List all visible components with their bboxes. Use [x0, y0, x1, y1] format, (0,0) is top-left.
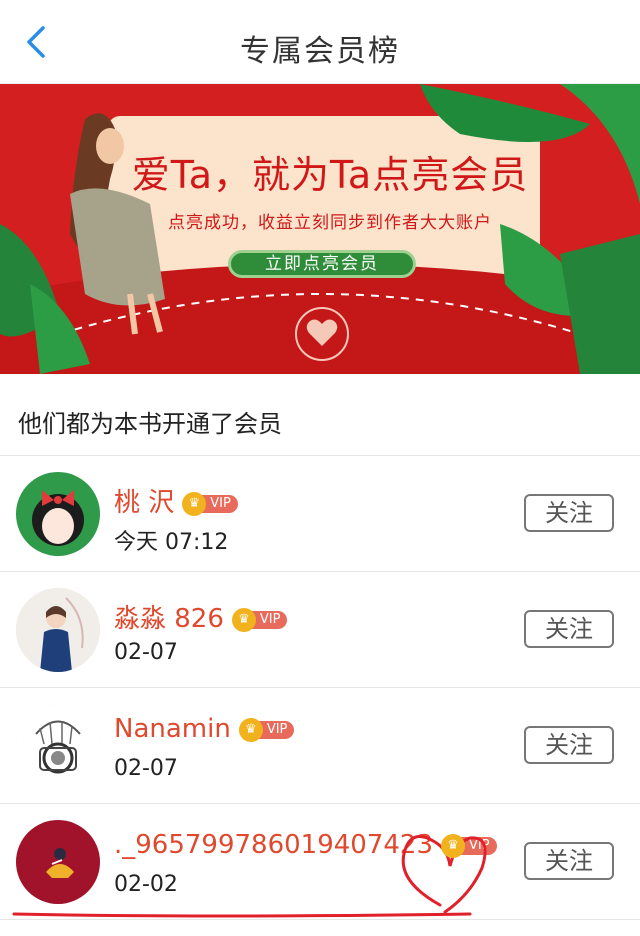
- member-name-text[interactable]: 桃 沢: [114, 488, 174, 518]
- banner-subtext: 点亮成功，收益立刻同步到作者大大账户: [168, 213, 492, 233]
- member-date: 02-02: [114, 872, 178, 897]
- vip-badge: ♛ VIP: [231, 607, 288, 632]
- member-name[interactable]: Nanamin ♛ VIP: [114, 714, 295, 744]
- vip-badge: ♛ VIP: [441, 833, 497, 858]
- member-name-text[interactable]: ._965799786019407423: [114, 830, 433, 860]
- top-bar: 专属会员榜: [0, 0, 640, 84]
- crown-icon: ♛: [182, 491, 207, 516]
- avatar[interactable]: [16, 472, 100, 556]
- member-name[interactable]: 桃 沢 ♛ VIP: [114, 482, 238, 519]
- member-name[interactable]: ._965799786019407423 ♛ VIP: [114, 830, 497, 860]
- follow-button[interactable]: 关注: [524, 842, 614, 880]
- section-title: 他们都为本书开通了会员: [18, 410, 282, 438]
- vip-badge: ♛ VIP: [238, 717, 295, 742]
- page-title: 专属会员榜: [240, 34, 400, 69]
- member-row[interactable]: 淼淼 826 ♛ VIP 02-07 关注: [0, 572, 640, 688]
- follow-button[interactable]: 关注: [524, 726, 614, 764]
- follow-button[interactable]: 关注: [524, 610, 614, 648]
- member-row[interactable]: 桃 沢 ♛ VIP 今天 07:12 关注: [0, 456, 640, 572]
- vip-badge: ♛ VIP: [182, 491, 238, 516]
- crown-icon: ♛: [441, 833, 466, 858]
- promo-banner[interactable]: 爱Ta，就为Ta点亮会员 点亮成功，收益立刻同步到作者大大账户 立即点亮会员: [0, 84, 640, 374]
- member-row[interactable]: ._965799786019407423 ♛ VIP 02-02 关注: [0, 804, 640, 920]
- member-date: 今天 07:12: [114, 530, 229, 555]
- banner-headline: 爱Ta，就为Ta点亮会员: [131, 153, 529, 197]
- member-name-text[interactable]: 淼淼 826: [114, 604, 224, 634]
- avatar[interactable]: [16, 588, 100, 672]
- crown-icon: ♛: [238, 717, 263, 742]
- member-name-text[interactable]: Nanamin: [114, 714, 231, 744]
- crown-icon: ♛: [231, 607, 256, 632]
- avatar[interactable]: [16, 820, 100, 904]
- light-up-membership-button[interactable]: 立即点亮会员: [228, 250, 416, 278]
- avatar[interactable]: [16, 704, 100, 788]
- member-name[interactable]: 淼淼 826 ♛ VIP: [114, 598, 288, 635]
- member-row[interactable]: Nanamin ♛ VIP 02-07 关注: [0, 688, 640, 804]
- member-date: 02-07: [114, 756, 178, 781]
- follow-button[interactable]: 关注: [524, 494, 614, 532]
- member-date: 02-07: [114, 640, 178, 665]
